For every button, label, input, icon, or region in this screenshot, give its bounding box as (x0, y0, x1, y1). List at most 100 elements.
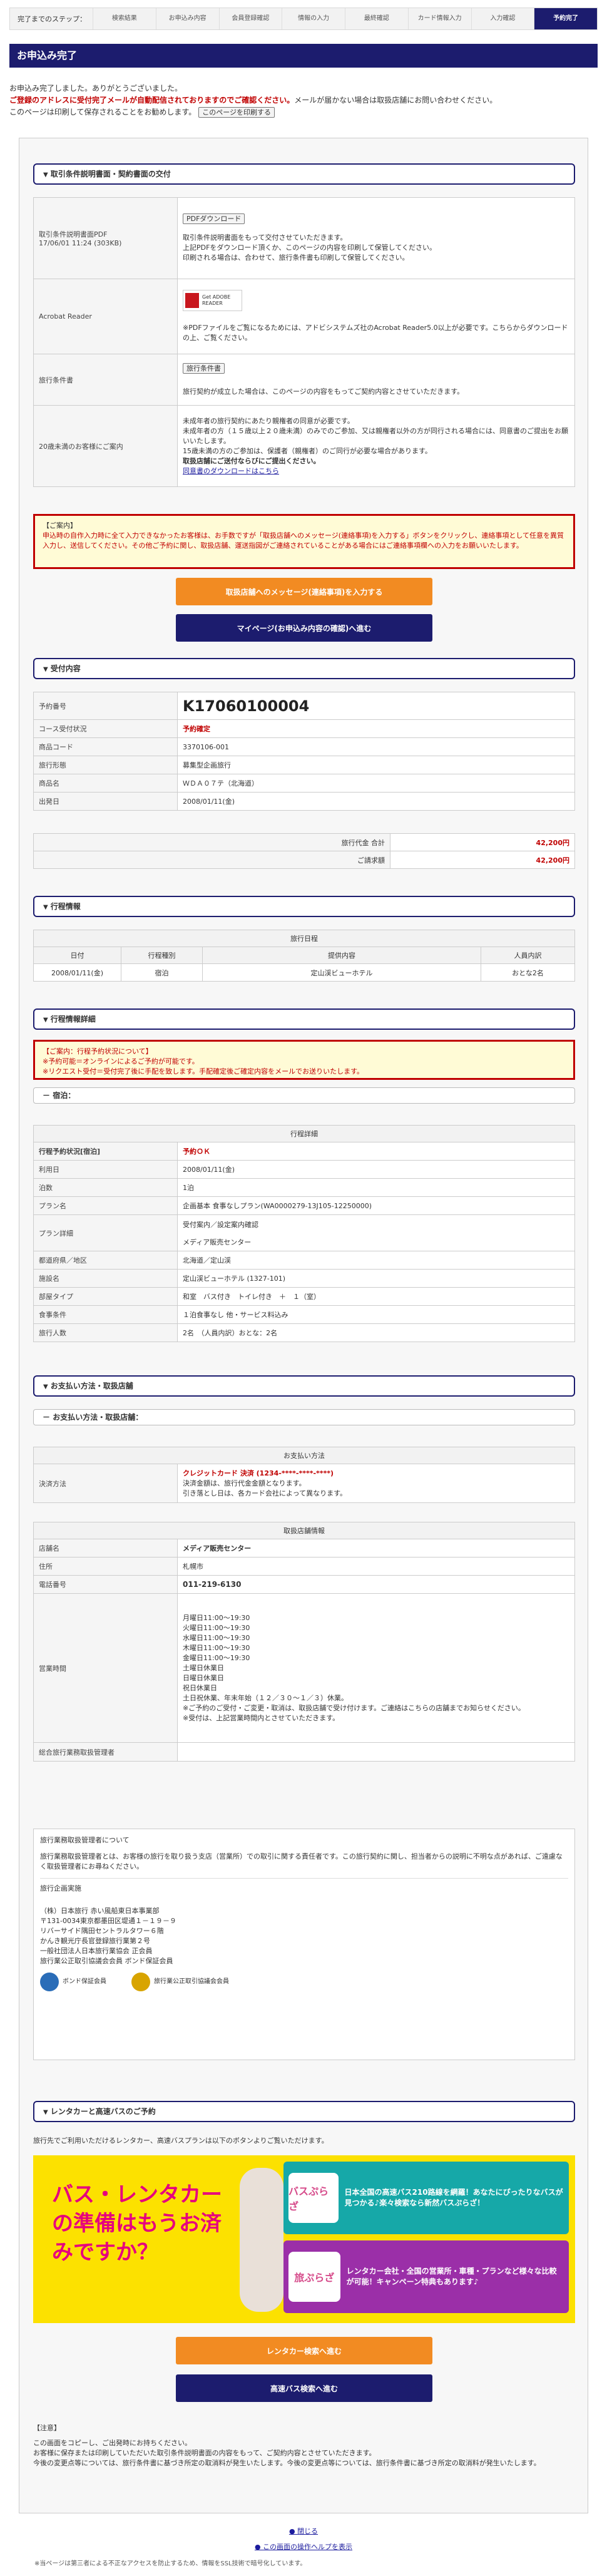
room-type-label: 部屋タイプ (33, 1287, 178, 1306)
car-banner-text: レンタカー会社・全国の営業所・車種・プランなど様々な比較が可能！キャンペーン特典… (346, 2267, 557, 2286)
step-info-input: 情報の入力 (282, 8, 345, 29)
docs-pdf-cell: PDFダウンロード 取引条件説明書面をもって交付させていただきます。 上記PDFをダ… (177, 197, 575, 279)
step-member-confirm: 会員登録確認 (218, 8, 282, 29)
table-row: 営業時間 月曜日11:00〜19:30 火曜日11:00〜19:30 水曜日11:0… (33, 1593, 575, 1743)
car-banner-panel: 旅ぷらざ レンタカー会社・全国の営業所・車種・プランなど様々な比較が可能！キャン… (283, 2240, 569, 2313)
company-line: （株）日本旅行 赤い風船東日本事業部 (40, 1907, 160, 1915)
bus-banner-text: 日本全国の高速バス210路線を網羅！あなたにぴったりなバスが見つかる♪楽々検索な… (344, 2188, 563, 2207)
rental-bus-banner[interactable]: バス・レンタカーの準備はもうお済みですか？ バスぷらざ 日本全国の高速バス210… (33, 2155, 575, 2323)
intro-mail-contact: メールが届かない場合は取扱店舗にお問い合わせください。 (294, 96, 497, 105)
shop-phone: 011-219-6130 (177, 1575, 575, 1594)
bond-emblem-icon (40, 1973, 59, 1991)
reservation-number: K17060100004 (177, 692, 575, 720)
page: 完了までのステップ： 検索結果 お申込み内容 会員登録確認 情報の入力 最終確認… (0, 0, 607, 2576)
plan-detail: 受付案内／設定案内確認 (183, 1220, 258, 1229)
itinerary-date: 2008/01/11(金) (33, 963, 121, 982)
subsection-payment: － お支払い方法・取扱店舗： (33, 1409, 575, 1425)
subsection-payment-title: お支払い方法・取扱店舗 (53, 1413, 136, 1422)
member-logos: ボンド保証会員 旅行業公正取引協議会会員 (40, 1973, 568, 1991)
table-row: 行程予約状況[宿泊] 予約ＯＫ (33, 1142, 575, 1161)
consent-download-link[interactable]: 同意書のダウンロードはこちら (183, 466, 569, 476)
print-page-button[interactable]: このページを印刷する (198, 107, 275, 118)
manager-value (177, 1742, 575, 1762)
column-header: 提供内容 (202, 947, 481, 964)
intro-mail-notice: ご登録のアドレスに受付完了メールが自動配信されておりますのでご確認ください。 (9, 96, 295, 105)
minor-text-2: 未成年者の方（１５歳以上２０歳未満）のみでのご参加、又は親権者以外の方が同行され… (183, 426, 568, 445)
table-row: 総合旅行業務取扱管理者 (33, 1742, 575, 1762)
acrobat-text: ※PDFファイルをご覧になるためには、アドビシステムズ社のAcrobat Rea… (183, 324, 568, 342)
step-search-results: 検索結果 (93, 8, 156, 29)
hours-line: 土曜日休業日 (183, 1663, 224, 1672)
prefecture-label: 都道府県／地区 (33, 1251, 178, 1270)
terms-button[interactable]: 旅行条件書 (183, 363, 225, 374)
hours-line: 水曜日11:00〜19:30 (183, 1633, 250, 1642)
fair-trade-logo: 旅行業公正取引協議会会員 (131, 1973, 229, 1991)
triangle-down-icon: ▼ (43, 2109, 48, 2116)
itinerary-table-title: 旅行日程 (33, 930, 575, 947)
detail-notice-line: ※リクエスト受付＝受付完了後に手配を致します。手配確定後ご確定内容をメールでお送… (43, 1067, 364, 1075)
company-title: 旅行企画実施 (40, 1884, 81, 1892)
minor-label: 20歳未満のお客様にご案内 (33, 405, 178, 487)
plan-detail-label: プラン詳細 (33, 1214, 178, 1251)
payment-method-cell: クレジットカード 決済 (1234-****-****-****) 決済金額は、旅… (177, 1464, 575, 1503)
pdf-download-button[interactable]: PDFダウンロード (183, 213, 245, 224)
adobe-reader-logo[interactable]: Get ADOBE READER (183, 290, 242, 311)
notice-message: 【ご案内】 申込時の自作入力時に全て入力できなかったお客様は、お手数ですが「取扱… (33, 514, 575, 569)
shop-table-title: 取扱店舗情報 (33, 1522, 575, 1539)
table-row: 旅行条件書 旅行条件書 旅行契約が成立した場合は、このページの内容をもってご契約内… (33, 354, 575, 406)
notice-title: 【ご案内】 (43, 521, 77, 530)
docs-pdf-text-3: 印刷される場合は、合わせて、旅行条件書も印刷して保管してください。 (183, 254, 409, 262)
section-rental-title: レンタカーと高速バスのご予約 (50, 2107, 156, 2116)
table-row: 泊数 1泊 (33, 1178, 575, 1197)
shop-address: 札幌市 (177, 1557, 575, 1576)
hours-line: 日曜日休業日 (183, 1673, 224, 1682)
plan-name-label: プラン名 (33, 1196, 178, 1215)
hours-line: 月曜日11:00〜19:30 (183, 1613, 250, 1622)
fair-trade-logo-text: 旅行業公正取引協議会会員 (154, 1978, 229, 1985)
departure-date: 2008/01/11(金) (177, 792, 575, 811)
table-row: 行程詳細 (33, 1125, 575, 1142)
docs-pdf-label-text: 取引条件説明書面PDF (39, 230, 108, 239)
facility: 定山渓ビューホテル (1327-101) (177, 1269, 575, 1288)
section-payment-header: ▼ お支払い方法・取扱店舗 (33, 1375, 575, 1397)
section-reception-title: 受付内容 (50, 664, 81, 673)
message-input-button[interactable]: 取扱店舗へのメッセージ(連絡事項)を入力する (176, 578, 432, 605)
table-row: 旅行代金 合計 42,200円 (33, 833, 575, 851)
bus-search-button[interactable]: 高速バス検索へ進む (176, 2374, 432, 2402)
minor-text-4: 取扱店舗にご送付ならびにご提出ください。 (183, 456, 320, 465)
table-row: 旅行人数 2名 （人員内訳）おとな：2名 (33, 1323, 575, 1342)
minor-cell: 未成年者の旅行契約にあたり親権者の同意が必要です。 未成年者の方（１５歳以上２０歳… (177, 405, 575, 487)
rental-search-button[interactable]: レンタカー検索へ進む (176, 2337, 432, 2364)
table-row: 予約番号 K17060100004 (33, 692, 575, 720)
progress-steps: 完了までのステップ： 検索結果 お申込み内容 会員登録確認 情報の入力 最終確認… (9, 8, 598, 30)
help-link[interactable]: ● この画面の操作ヘルプを表示 (0, 2542, 607, 2552)
page-title: お申込み完了 (9, 44, 598, 68)
step-application-content: お申込み内容 (155, 8, 219, 29)
billing-amount: 42,200円 (390, 851, 575, 869)
itinerary-content: 定山渓ビューホテル (202, 963, 481, 982)
reservation-number-label: 予約番号 (33, 692, 178, 720)
table-row: 電話番号 011-219-6130 (33, 1575, 575, 1594)
table-row: 決済方法 クレジットカード 決済 (1234-****-****-****) 決済金… (33, 1464, 575, 1503)
bus-banner-panel: バスぷらざ 日本全国の高速バス210路線を網羅！あなたにぴったりなバスが見つかる… (283, 2162, 569, 2234)
column-header: 人員内訳 (481, 947, 575, 964)
detail-status: 予約ＯＫ (177, 1142, 575, 1161)
table-row: 利用日 2008/01/11(金) (33, 1160, 575, 1179)
table-row: コース受付状況 予約確定 (33, 719, 575, 738)
terms-label: 旅行条件書 (33, 354, 178, 406)
help-circle-icon: ● (254, 2543, 263, 2551)
triangle-down-icon: ▼ (43, 904, 48, 911)
triangle-down-icon: ▼ (43, 172, 48, 178)
help-link-text: この画面の操作ヘルプを表示 (263, 2543, 353, 2551)
hours-line: ※受付は、上記営業時間内とさせていただきます。 (183, 1713, 340, 1722)
payment-table-title: お支払い方法 (33, 1447, 575, 1464)
table-row: 2008/01/11(金) 宿泊 定山渓ビューホテル おとな2名 (33, 963, 575, 982)
caution-title: 【注意】 (33, 2424, 61, 2432)
docs-pdf-text-2: 上記PDFをダウンロード頂くか、このページの内容を印刷して保管してください。 (183, 244, 436, 252)
detail-notice: 【ご案内：行程予約状況について】 ※予約可能＝オンラインによるご予約が可能です。… (33, 1040, 575, 1080)
company-info: （株）日本旅行 赤い風船東日本事業部 〒131-0034東京都墨田区堤通１－１９－… (40, 1906, 568, 1966)
close-link[interactable]: ● 閉じる (0, 2526, 607, 2536)
itinerary-people: おとな2名 (481, 963, 575, 982)
mypage-button[interactable]: マイページ(お申込み内容の確認)へ進む (176, 614, 432, 642)
hours-line: 祝日休業日 (183, 1683, 217, 1692)
